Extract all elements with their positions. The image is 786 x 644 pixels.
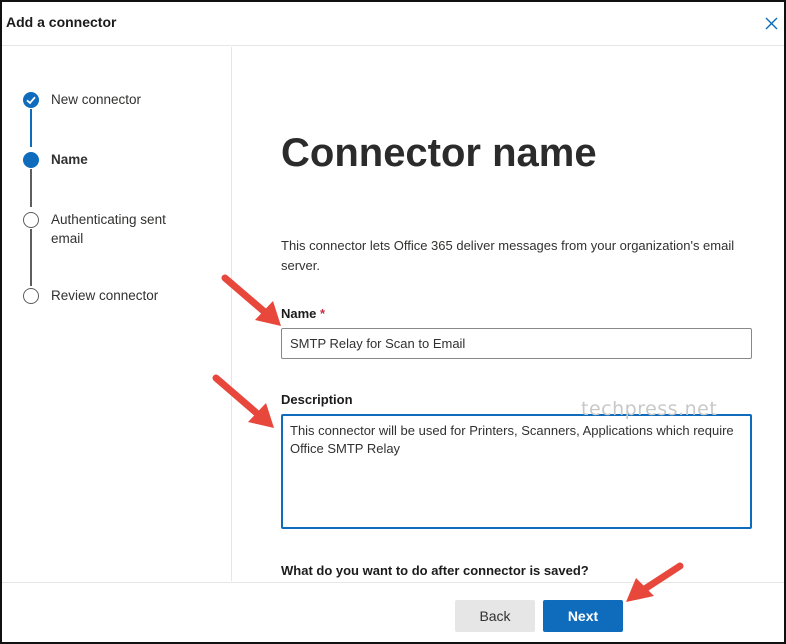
step-pending-icon bbox=[23, 212, 39, 228]
close-button[interactable] bbox=[762, 12, 782, 34]
name-label-text: Name bbox=[281, 306, 317, 321]
step-complete-icon bbox=[23, 92, 39, 108]
back-button[interactable]: Back bbox=[455, 600, 535, 632]
dialog-title: Add a connector bbox=[6, 14, 117, 30]
main-panel: Connector name This connector lets Offic… bbox=[233, 47, 784, 581]
step-connector-line bbox=[30, 229, 32, 286]
name-input[interactable] bbox=[281, 328, 752, 359]
required-mark: * bbox=[320, 306, 326, 321]
step-connector-line bbox=[30, 169, 32, 207]
wizard-steps: New connector Name Authenticating sent e… bbox=[2, 47, 232, 581]
page-description: This connector lets Office 365 deliver m… bbox=[281, 238, 735, 273]
step-review-connector: Review connector bbox=[51, 288, 159, 303]
description-label: Description bbox=[281, 392, 353, 407]
dialog-header: Add a connector bbox=[2, 2, 784, 46]
checkmark-icon bbox=[26, 96, 36, 105]
step-pending-icon bbox=[23, 288, 39, 304]
step-current-icon bbox=[23, 152, 39, 168]
step-name[interactable]: Name bbox=[51, 150, 211, 169]
after-save-question: What do you want to do after connector i… bbox=[281, 563, 589, 578]
name-label: Name * bbox=[281, 306, 325, 321]
description-textarea[interactable]: This connector will be used for Printers… bbox=[281, 414, 752, 529]
page-title: Connector name bbox=[281, 131, 597, 175]
close-icon bbox=[765, 17, 778, 30]
step-connector-line bbox=[30, 109, 32, 147]
step-authenticating-sent-email: Authenticating sent email bbox=[51, 212, 166, 246]
dialog: Add a connector New connector Name Authe… bbox=[0, 0, 786, 644]
step-new-connector[interactable]: New connector bbox=[51, 90, 211, 109]
dialog-footer: Back Next bbox=[2, 582, 784, 642]
watermark-text: techpress.net bbox=[581, 398, 718, 420]
next-button[interactable]: Next bbox=[543, 600, 623, 632]
